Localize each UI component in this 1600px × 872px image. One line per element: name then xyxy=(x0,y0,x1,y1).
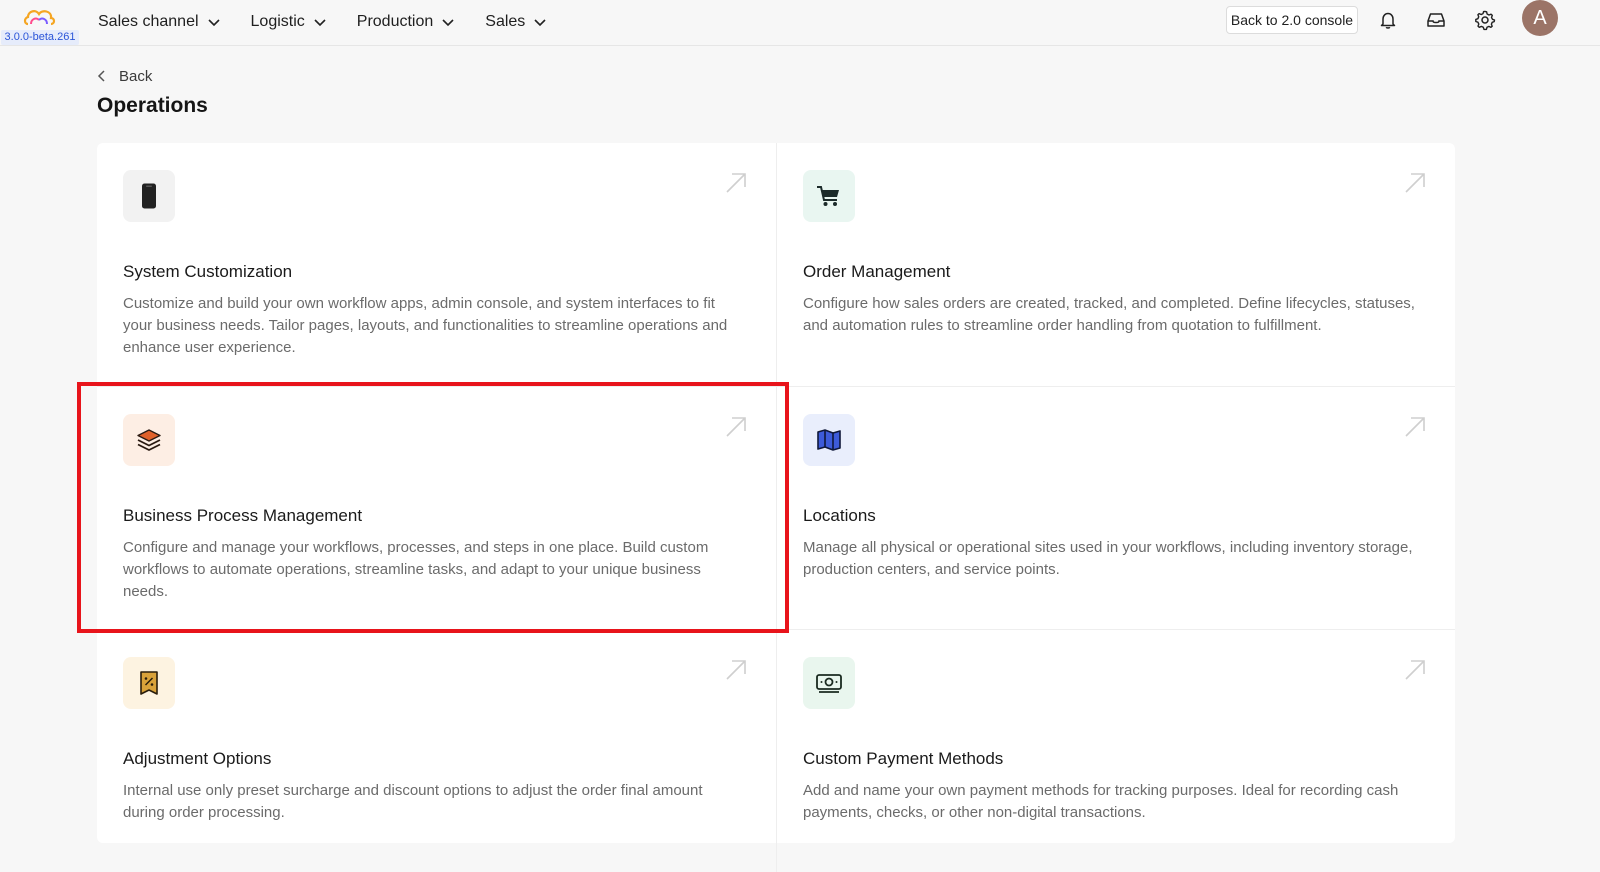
card-icon-box xyxy=(123,414,175,466)
arrow-up-right-icon[interactable] xyxy=(1403,415,1427,439)
card-icon-box xyxy=(803,170,855,222)
cash-icon xyxy=(816,674,842,693)
card-description: Internal use only preset surcharge and d… xyxy=(123,782,703,821)
chevron-down-icon xyxy=(314,19,326,27)
shopping-cart-icon xyxy=(817,186,839,206)
arrow-up-right-icon[interactable] xyxy=(724,415,748,439)
user-avatar[interactable]: A xyxy=(1522,0,1558,36)
nav-sales[interactable]: Sales xyxy=(485,0,547,44)
card-description: Configure how sales orders are created, … xyxy=(803,295,1415,334)
chevron-down-icon xyxy=(442,19,454,27)
gear-icon xyxy=(1475,10,1496,31)
inbox-button[interactable] xyxy=(1424,8,1448,32)
card-description: Configure and manage your workflows, pro… xyxy=(123,539,709,600)
arrow-up-right-icon[interactable] xyxy=(1403,171,1427,195)
arrow-up-right-icon[interactable] xyxy=(724,171,748,195)
chevron-left-icon xyxy=(97,70,105,82)
card-business-process-management[interactable]: Business Process Management Configure an… xyxy=(97,386,776,629)
card-description: Add and name your own payment methods fo… xyxy=(803,782,1399,821)
card-description: Manage all physical or operational sites… xyxy=(803,539,1413,578)
discount-receipt-icon xyxy=(140,671,158,695)
card-title: Custom Payment Methods xyxy=(803,749,1004,768)
back-to-console-button[interactable]: Back to 2.0 console xyxy=(1226,6,1358,34)
card-title: Locations xyxy=(803,506,876,525)
card-icon-box xyxy=(123,170,175,222)
nav-label: Production xyxy=(356,13,434,30)
settings-button[interactable] xyxy=(1473,8,1497,32)
nav-production[interactable]: Production xyxy=(357,0,456,44)
card-adjustment-options[interactable]: Adjustment Options Internal use only pre… xyxy=(97,629,776,872)
inbox-icon xyxy=(1427,13,1445,27)
card-order-management[interactable]: Order Management Configure how sales ord… xyxy=(776,143,1455,386)
bell-icon xyxy=(1380,12,1396,29)
smartphone-icon xyxy=(142,183,156,209)
nav-label: Logistic xyxy=(250,13,305,30)
app-logo[interactable]: 3.0.0-beta.261 xyxy=(0,4,80,45)
card-custom-payment-methods[interactable]: Custom Payment Methods Add and name your… xyxy=(776,629,1455,872)
card-system-customization[interactable]: System Customization Customize and build… xyxy=(97,143,776,386)
page-title: Operations xyxy=(97,94,208,117)
nav-label: Sales channel xyxy=(98,13,199,30)
arrow-up-right-icon[interactable] xyxy=(1403,658,1427,682)
card-title: Business Process Management xyxy=(123,506,363,525)
card-title: Adjustment Options xyxy=(123,749,272,768)
nav-logistic[interactable]: Logistic xyxy=(251,0,327,44)
card-description: Customize and build your own workflow ap… xyxy=(123,295,728,356)
operations-card-grid: System Customization Customize and build… xyxy=(97,143,1455,872)
layers-icon xyxy=(137,429,161,451)
version-badge: 3.0.0-beta.261 xyxy=(1,30,79,45)
top-bar: 3.0.0-beta.261 Sales channel Logistic Pr… xyxy=(0,0,1600,46)
cloud-logo-icon xyxy=(23,10,56,26)
notifications-button[interactable] xyxy=(1376,8,1400,32)
back-link[interactable]: Back xyxy=(97,66,152,86)
card-title: System Customization xyxy=(123,262,293,281)
card-locations[interactable]: Locations Manage all physical or operati… xyxy=(776,386,1455,629)
map-icon xyxy=(817,429,841,451)
card-icon-box xyxy=(803,414,855,466)
card-icon-box xyxy=(803,657,855,709)
nav-sales-channel[interactable]: Sales channel xyxy=(98,0,221,44)
chevron-down-icon xyxy=(207,19,220,27)
arrow-up-right-icon[interactable] xyxy=(724,658,748,682)
chevron-down-icon xyxy=(534,19,546,27)
nav-label: Sales xyxy=(485,13,526,30)
main-nav: Sales channel Logistic Production Sales xyxy=(98,0,577,44)
back-label: Back xyxy=(119,67,153,85)
card-title: Order Management xyxy=(803,262,951,281)
card-icon-box xyxy=(123,657,175,709)
